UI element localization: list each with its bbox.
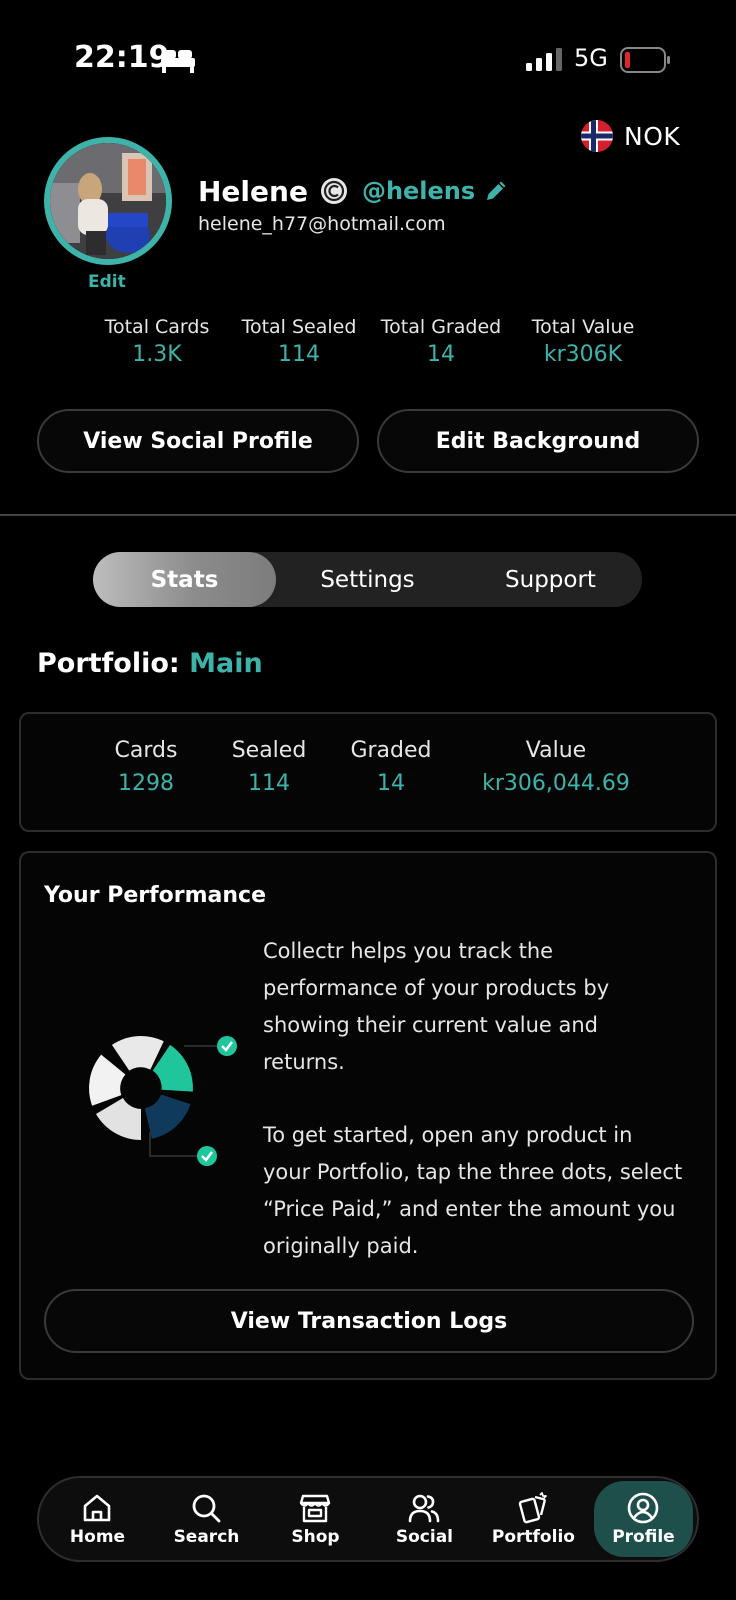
user-email: helene_h77@hotmail.com	[198, 213, 446, 235]
tab-settings[interactable]: Settings	[276, 552, 459, 607]
tab-search[interactable]: Search	[152, 1481, 261, 1557]
avatar[interactable]	[44, 137, 172, 265]
clock-time: 22:19	[74, 40, 170, 75]
tab-shop[interactable]: Shop	[261, 1481, 370, 1557]
tab-label: Shop	[291, 1527, 340, 1547]
social-icon	[409, 1494, 440, 1523]
collectr-badge-icon	[320, 178, 347, 204]
performance-illustration-icon	[89, 1036, 237, 1166]
total-label: Total Sealed	[241, 316, 357, 338]
portfolio-name[interactable]: Main	[189, 648, 263, 679]
stat-value: kr306,044.69	[482, 771, 630, 796]
tab-profile[interactable]: Profile	[593, 1481, 693, 1557]
stat-label: Graded	[350, 738, 432, 763]
performance-paragraph: Collectr helps you track the performance…	[263, 939, 610, 1074]
view-social-profile-button[interactable]: View Social Profile	[37, 409, 359, 473]
user-name-row: Helene @helens	[198, 172, 509, 210]
stat-value-total: Value kr306,044.69	[461, 738, 651, 796]
total-label: Total Value	[531, 316, 635, 338]
total-label: Total Graded	[380, 316, 502, 338]
currency-selector[interactable]: NOK	[580, 118, 680, 154]
stat-cards: Cards 1298	[101, 738, 191, 796]
total-label: Total Cards	[104, 316, 210, 338]
home-icon	[84, 1494, 111, 1522]
shop-icon	[300, 1494, 331, 1523]
portfolio-label: Portfolio:	[37, 648, 180, 679]
pencil-icon[interactable]	[483, 178, 509, 204]
stat-label: Sealed	[231, 738, 307, 763]
stat-label: Cards	[114, 738, 178, 763]
total-cards: Total Cards 1.3K	[86, 316, 228, 367]
total-value-stat: Total Value kr306K	[512, 316, 654, 367]
total-value: 114	[278, 342, 320, 367]
network-type: 5G	[574, 44, 608, 72]
status-bar: 22:19 5G	[0, 0, 736, 120]
battery-icon	[620, 47, 670, 73]
tab-home[interactable]: Home	[43, 1481, 152, 1557]
performance-card: Your Performance Collectr helps you trac…	[19, 851, 717, 1380]
stat-value: 14	[377, 771, 405, 796]
tab-label: Profile	[612, 1527, 675, 1547]
total-value: kr306K	[543, 342, 623, 367]
total-value: 1.3K	[132, 342, 182, 367]
avatar-photo	[50, 143, 166, 259]
stat-sealed: Sealed 114	[213, 738, 325, 796]
performance-paragraph: To get started, open any product in your…	[263, 1123, 683, 1258]
total-sealed: Total Sealed 114	[228, 316, 370, 367]
bottom-tab-bar: Home Search Shop Social Portfolio Profil…	[37, 1476, 699, 1562]
stat-graded: Graded 14	[335, 738, 447, 796]
performance-description: Collectr helps you track the performance…	[263, 933, 683, 1265]
portfolio-icon	[519, 1492, 548, 1524]
tab-label: Home	[69, 1527, 126, 1547]
stat-value: 1298	[118, 771, 174, 796]
tab-portfolio[interactable]: Portfolio	[479, 1481, 588, 1557]
portfolio-title[interactable]: Portfolio: Main	[37, 648, 263, 679]
tab-label: Social	[395, 1527, 454, 1547]
bed-icon	[161, 50, 195, 73]
stat-value: 114	[248, 771, 290, 796]
portfolio-stats: Cards 1298 Sealed 114 Graded 14 Value kr…	[101, 738, 651, 796]
tab-label: Portfolio	[491, 1527, 575, 1547]
stat-label: Value	[525, 738, 587, 763]
search-icon	[193, 1494, 221, 1523]
performance-title: Your Performance	[44, 883, 267, 908]
total-graded: Total Graded 14	[370, 316, 512, 367]
section-divider	[0, 514, 736, 516]
tab-stats[interactable]: Stats	[93, 552, 276, 607]
user-handle[interactable]: @helens	[362, 177, 475, 205]
norway-flag-icon	[581, 120, 613, 152]
profile-icon	[628, 1492, 659, 1524]
profile-segmented-control: Stats Settings Support	[93, 552, 642, 607]
edit-background-button[interactable]: Edit Background	[377, 409, 699, 473]
signal-icon	[526, 48, 562, 71]
edit-avatar-link[interactable]: Edit	[88, 272, 126, 292]
tab-support[interactable]: Support	[459, 552, 642, 607]
portfolio-stats-card: Cards 1298 Sealed 114 Graded 14 Value kr…	[19, 712, 717, 832]
tab-social[interactable]: Social	[370, 1481, 479, 1557]
profile-totals: Total Cards 1.3K Total Sealed 114 Total …	[86, 316, 654, 367]
total-value: 14	[427, 342, 455, 367]
user-name: Helene	[198, 174, 308, 208]
currency-code: NOK	[624, 121, 681, 151]
tab-label: Search	[173, 1527, 240, 1547]
view-transaction-logs-button[interactable]: View Transaction Logs	[44, 1289, 694, 1353]
